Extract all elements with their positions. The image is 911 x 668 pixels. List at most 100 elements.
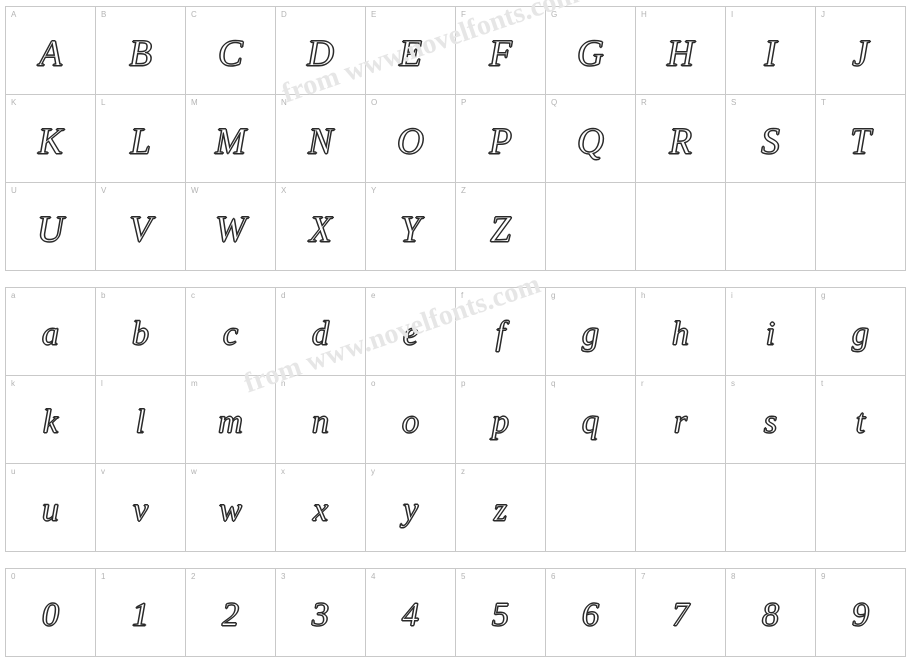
glyph-cell[interactable]: EE — [366, 7, 456, 95]
glyph-cell[interactable]: RR — [636, 95, 726, 183]
glyph-character: A — [39, 32, 63, 74]
glyph-cell-label: m — [191, 379, 198, 388]
glyph-cell[interactable]: UU — [6, 183, 96, 271]
glyph-cell[interactable]: 44 — [366, 569, 456, 657]
glyph-cell[interactable]: ll — [96, 376, 186, 464]
glyph-character: W — [215, 208, 247, 250]
glyph-cell[interactable]: 55 — [456, 569, 546, 657]
glyph-cell[interactable]: DD — [276, 7, 366, 95]
glyph-cell[interactable]: qq — [546, 376, 636, 464]
glyph-cell[interactable]: PP — [456, 95, 546, 183]
glyph-cell-empty[interactable] — [816, 183, 906, 271]
glyph-cell[interactable]: 66 — [546, 569, 636, 657]
glyph-cell[interactable]: gg — [546, 288, 636, 376]
glyph-cell[interactable]: 77 — [636, 569, 726, 657]
glyph-cell[interactable]: uu — [6, 464, 96, 552]
glyph-cell[interactable]: II — [726, 7, 816, 95]
glyph-cell[interactable]: FF — [456, 7, 546, 95]
glyph-cell-label: U — [11, 186, 17, 195]
glyph-character: y — [402, 491, 419, 529]
glyph-grid-digits: 00112233445566778899 — [5, 568, 906, 657]
glyph-cell[interactable]: hh — [636, 288, 726, 376]
glyph-cell-label: 6 — [551, 572, 556, 581]
glyph-cell[interactable]: KK — [6, 95, 96, 183]
glyph-cell[interactable]: 11 — [96, 569, 186, 657]
glyph-cell[interactable]: QQ — [546, 95, 636, 183]
glyph-cell[interactable]: WW — [186, 183, 276, 271]
glyph-cell[interactable]: xx — [276, 464, 366, 552]
glyph-cell-empty[interactable] — [546, 183, 636, 271]
glyph-character: D — [307, 32, 335, 74]
glyph-cell[interactable]: SS — [726, 95, 816, 183]
glyph-cell[interactable]: oo — [366, 376, 456, 464]
glyph-character: 1 — [132, 596, 150, 634]
glyph-cell[interactable]: AA — [6, 7, 96, 95]
glyph-cell-empty[interactable] — [816, 464, 906, 552]
glyph-character: R — [669, 120, 693, 162]
glyph-cell[interactable]: NN — [276, 95, 366, 183]
glyph-character: T — [850, 120, 872, 162]
glyph-character: F — [489, 32, 513, 74]
glyph-cell[interactable]: 99 — [816, 569, 906, 657]
glyph-cell[interactable]: VV — [96, 183, 186, 271]
glyph-cell[interactable]: 00 — [6, 569, 96, 657]
glyph-cell[interactable]: OO — [366, 95, 456, 183]
glyph-cell-empty[interactable] — [636, 464, 726, 552]
glyph-cell-empty[interactable] — [726, 464, 816, 552]
glyph-cell-empty[interactable] — [726, 183, 816, 271]
glyph-character: n — [312, 403, 330, 441]
glyph-cell[interactable]: gg — [816, 288, 906, 376]
glyph-cell-label: f — [461, 291, 464, 300]
glyph-cell[interactable]: HH — [636, 7, 726, 95]
glyph-cell[interactable]: nn — [276, 376, 366, 464]
glyph-cell[interactable]: ww — [186, 464, 276, 552]
glyph-character: B — [129, 32, 153, 74]
glyph-cell[interactable]: XX — [276, 183, 366, 271]
glyph-cell-empty[interactable] — [546, 464, 636, 552]
glyph-cell[interactable]: bb — [96, 288, 186, 376]
glyph-cell-label: T — [821, 98, 827, 107]
glyph-cell-label: g — [821, 291, 826, 300]
glyph-character: X — [309, 208, 333, 250]
glyph-cell[interactable]: TT — [816, 95, 906, 183]
glyph-cell-label: F — [461, 10, 467, 19]
glyph-cell[interactable]: yy — [366, 464, 456, 552]
glyph-grid-lowercase: aabbccddeeffgghhiiggkkllmmnnooppqqrrsstt… — [5, 287, 906, 552]
glyph-cell[interactable]: dd — [276, 288, 366, 376]
glyph-cell[interactable]: pp — [456, 376, 546, 464]
glyph-cell[interactable]: mm — [186, 376, 276, 464]
glyph-character: P — [489, 120, 513, 162]
glyph-cell[interactable]: ss — [726, 376, 816, 464]
glyph-cell[interactable]: kk — [6, 376, 96, 464]
glyph-cell[interactable]: tt — [816, 376, 906, 464]
glyph-cell[interactable]: rr — [636, 376, 726, 464]
glyph-character: t — [855, 403, 866, 441]
glyph-row: KKLLMMNNOOPPQQRRSSTT — [6, 95, 906, 183]
glyph-cell-label: e — [371, 291, 376, 300]
glyph-cell-label: H — [641, 10, 647, 19]
glyph-cell[interactable]: CC — [186, 7, 276, 95]
glyph-cell-empty[interactable] — [636, 183, 726, 271]
glyph-cell-label: N — [281, 98, 287, 107]
glyph-cell[interactable]: LL — [96, 95, 186, 183]
glyph-cell[interactable]: BB — [96, 7, 186, 95]
glyph-cell-label: V — [101, 186, 107, 195]
glyph-cell[interactable]: aa — [6, 288, 96, 376]
glyph-cell[interactable]: cc — [186, 288, 276, 376]
glyph-cell[interactable]: JJ — [816, 7, 906, 95]
glyph-character: 3 — [312, 596, 330, 634]
glyph-cell[interactable]: ii — [726, 288, 816, 376]
glyph-cell-label: p — [461, 379, 466, 388]
glyph-cell[interactable]: ff — [456, 288, 546, 376]
glyph-cell-label: 9 — [821, 572, 826, 581]
glyph-cell[interactable]: MM — [186, 95, 276, 183]
glyph-cell[interactable]: ee — [366, 288, 456, 376]
glyph-cell[interactable]: YY — [366, 183, 456, 271]
glyph-cell[interactable]: 88 — [726, 569, 816, 657]
glyph-cell[interactable]: 33 — [276, 569, 366, 657]
glyph-cell[interactable]: zz — [456, 464, 546, 552]
glyph-cell[interactable]: vv — [96, 464, 186, 552]
glyph-cell[interactable]: 22 — [186, 569, 276, 657]
glyph-cell[interactable]: ZZ — [456, 183, 546, 271]
glyph-cell[interactable]: GG — [546, 7, 636, 95]
